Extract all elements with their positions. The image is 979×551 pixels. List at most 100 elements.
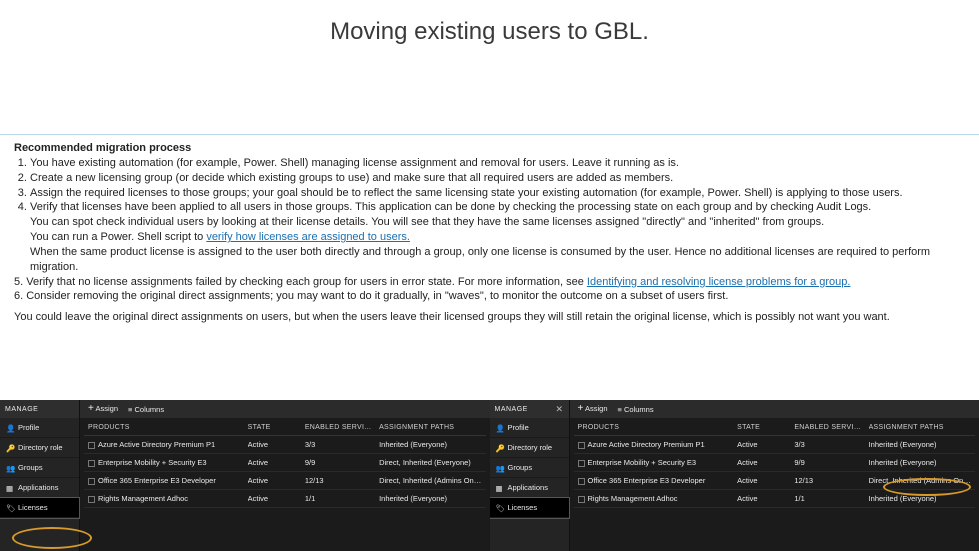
table-row[interactable]: Enterprise Mobility + Security E3Active9… xyxy=(574,454,976,472)
sidebar-item-label: Groups xyxy=(18,463,43,472)
section-heading: Recommended migration process xyxy=(14,141,965,156)
cell-product: Office 365 Enterprise E3 Developer xyxy=(588,476,706,485)
columns-label: Columns xyxy=(624,405,654,414)
role-icon: 🔑 xyxy=(6,444,14,452)
license-icon: 🏷 xyxy=(496,504,504,512)
cell-enabled: 3/3 xyxy=(794,440,862,449)
sidebar-item-label: Licenses xyxy=(18,503,48,512)
cell-paths: Inherited (Everyone) xyxy=(379,440,481,449)
cell-state: Active xyxy=(248,458,299,467)
sidebar-right: MANAGE✕ 👤Profile 🔑Directory role 👥Groups… xyxy=(490,400,570,551)
sidebar-item-directory-role[interactable]: 🔑 Directory role xyxy=(0,438,79,458)
user-icon: 👤 xyxy=(496,424,504,432)
sidebar-header: MANAGE xyxy=(0,400,79,418)
screenshot-panels: MANAGE 👤Profile 🔑Directory role 👥Groups … xyxy=(0,400,979,551)
step-1: You have existing automation (for exampl… xyxy=(30,156,965,171)
plus-icon: + xyxy=(578,403,584,414)
step-4-intro: Verify that licenses have been applied t… xyxy=(30,201,871,213)
cell-product: Azure Active Directory Premium P1 xyxy=(98,440,215,449)
sidebar-item-label: Profile xyxy=(18,423,39,432)
checkbox-icon[interactable] xyxy=(88,460,95,467)
assign-label: Assign xyxy=(585,404,608,413)
sidebar-item-label: Directory role xyxy=(508,443,553,452)
assign-button[interactable]: + Assign xyxy=(578,404,608,414)
col-enabled: ENABLED SERVICES xyxy=(794,424,862,431)
col-state: STATE xyxy=(248,424,299,431)
table-row[interactable]: Enterprise Mobility + Security E3Active9… xyxy=(84,454,486,472)
verify-licenses-link[interactable]: verify how licenses are assigned to user… xyxy=(206,231,410,243)
cell-paths: Inherited (Everyone) xyxy=(869,440,971,449)
sidebar-item-label: Applications xyxy=(508,483,548,492)
step-4: Verify that licenses have been applied t… xyxy=(30,200,965,274)
page-title: Moving existing users to GBL. xyxy=(0,0,979,54)
col-products: PRODUCTS xyxy=(88,424,242,431)
cell-enabled: 9/9 xyxy=(794,458,862,467)
checkbox-icon[interactable] xyxy=(578,460,585,467)
columns-button[interactable]: ≡ Columns xyxy=(128,405,164,414)
sidebar-left: MANAGE 👤Profile 🔑Directory role 👥Groups … xyxy=(0,400,80,551)
table-row[interactable]: Azure Active Directory Premium P1Active3… xyxy=(574,436,976,454)
table-row[interactable]: Office 365 Enterprise E3 Developer Active… xyxy=(84,472,486,490)
sidebar-item-applications[interactable]: ▦Applications xyxy=(490,478,569,498)
columns-button[interactable]: ≡ Columns xyxy=(618,405,654,414)
sidebar-item-label: Directory role xyxy=(18,443,63,452)
sidebar-item-directory-role[interactable]: 🔑 Directory role xyxy=(490,438,569,458)
resolve-problems-link[interactable]: Identifying and resolving license proble… xyxy=(587,276,851,288)
closing-paragraph: You could leave the original direct assi… xyxy=(14,310,965,325)
cell-enabled: 1/1 xyxy=(794,494,862,503)
step-4-line1: You can spot check individual users by l… xyxy=(30,216,824,228)
checkbox-icon[interactable] xyxy=(578,442,585,449)
sidebar-item-profile[interactable]: 👤 Profile xyxy=(490,418,569,438)
cell-state: Active xyxy=(737,458,788,467)
step-5: 5. Verify that no license assignments fa… xyxy=(14,275,965,290)
assign-label: Assign xyxy=(96,404,119,413)
toolbar-right: + Assign ≡ Columns xyxy=(570,400,979,418)
sidebar-item-label: Applications xyxy=(18,483,58,492)
checkbox-icon[interactable] xyxy=(88,442,95,449)
cell-product: Office 365 Enterprise E3 Developer xyxy=(98,476,216,485)
sidebar-item-licenses[interactable]: 🏷 Licenses xyxy=(490,498,569,518)
cell-paths: Direct, Inherited (Everyone) xyxy=(379,458,481,467)
role-icon: 🔑 xyxy=(496,444,504,452)
license-icon: 🏷 xyxy=(6,504,14,512)
groups-icon: 👥 xyxy=(496,464,504,472)
sidebar-item-licenses[interactable]: 🏷 Licenses xyxy=(0,498,79,518)
cell-enabled: 9/9 xyxy=(305,458,373,467)
cell-state: Active xyxy=(248,476,299,485)
assign-button[interactable]: + Assign xyxy=(88,404,118,414)
checkbox-icon[interactable] xyxy=(88,496,95,503)
sidebar-item-label: Groups xyxy=(508,463,533,472)
cell-enabled: 1/1 xyxy=(305,494,373,503)
sidebar-item-label: Licenses xyxy=(508,503,538,512)
cell-product: Rights Management Adhoc xyxy=(588,494,678,503)
checkbox-icon[interactable] xyxy=(578,496,585,503)
step-4-line3: When the same product license is assigne… xyxy=(30,246,930,273)
step-3: Assign the required licenses to those gr… xyxy=(30,186,965,201)
panel-right: MANAGE✕ 👤Profile 🔑Directory role 👥Groups… xyxy=(490,400,979,551)
panel-left: MANAGE 👤Profile 🔑Directory role 👥Groups … xyxy=(0,400,490,551)
sidebar-item-label: Profile xyxy=(508,423,529,432)
cell-paths: Direct, Inherited (Admins Only) xyxy=(379,476,481,485)
cell-paths: Inherited (Everyone) xyxy=(379,494,481,503)
col-paths: ASSIGNMENT PATHS xyxy=(869,424,971,431)
cell-enabled: 12/13 xyxy=(305,476,373,485)
cell-product: Rights Management Adhoc xyxy=(98,494,188,503)
step-2: Create a new licensing group (or decide … xyxy=(30,171,965,186)
col-paths: ASSIGNMENT PATHS xyxy=(379,424,481,431)
col-enabled: ENABLED SERVICES xyxy=(305,424,373,431)
cell-paths: Inherited (Everyone) xyxy=(869,458,971,467)
cell-paths: Inherited (Everyone) xyxy=(869,494,971,503)
sidebar-item-groups[interactable]: 👥 Groups xyxy=(490,458,569,478)
sidebar-item-profile[interactable]: 👤Profile xyxy=(0,418,79,438)
sidebar-item-groups[interactable]: 👥Groups xyxy=(0,458,79,478)
checkbox-icon[interactable] xyxy=(578,478,585,485)
close-icon[interactable]: ✕ xyxy=(555,404,563,415)
checkbox-icon[interactable] xyxy=(88,478,95,485)
table-row[interactable]: Office 365 Enterprise E3 DeveloperActive… xyxy=(574,472,976,490)
toolbar-left: + Assign ≡ Columns xyxy=(80,400,490,418)
sidebar-item-applications[interactable]: ▦ Applications xyxy=(0,478,79,498)
apps-icon: ▦ xyxy=(6,484,14,492)
table-row[interactable]: Rights Management AdhocActive1/1Inherite… xyxy=(84,490,486,508)
table-row[interactable]: Rights Management AdhocActive1/1Inherite… xyxy=(574,490,976,508)
table-row[interactable]: Azure Active Directory Premium P1Active3… xyxy=(84,436,486,454)
